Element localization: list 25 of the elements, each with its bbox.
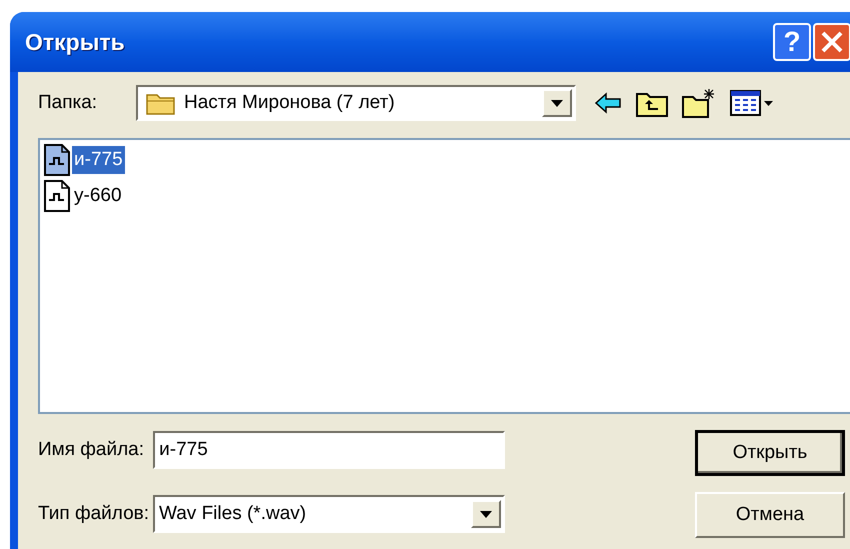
file-name-field[interactable]: и-775 [153, 431, 505, 469]
new-folder-icon[interactable] [682, 88, 716, 118]
folder-value: Настя Миронова (7 лет) [184, 90, 395, 115]
folder-label: Папка: [38, 90, 98, 115]
cancel-button[interactable]: Отмена [695, 492, 845, 538]
file-type-label: Тип файлов: [38, 502, 150, 526]
file-type-dropdown[interactable]: Wav Files (*.wav) [153, 495, 505, 533]
file-item[interactable]: у-660 [72, 182, 124, 210]
view-menu-icon[interactable] [730, 89, 774, 117]
sound-file-icon [44, 180, 70, 212]
file-item[interactable]: и-775 [72, 146, 125, 174]
caret-icon [480, 510, 492, 518]
close-button[interactable] [813, 23, 850, 61]
back-arrow-icon[interactable] [594, 92, 622, 114]
folder-dropdown[interactable]: Настя Миронова (7 лет) [136, 85, 576, 121]
window-title: Открыть [25, 28, 125, 57]
file-name-label: Имя файла: [38, 438, 146, 462]
dropdown-button[interactable] [471, 500, 501, 528]
help-button[interactable]: ? [773, 23, 811, 61]
caret-icon [551, 100, 563, 106]
sound-file-icon [44, 144, 70, 176]
dropdown-button[interactable] [542, 89, 572, 117]
file-type-value: Wav Files (*.wav) [159, 502, 306, 526]
open-button[interactable]: Открыть [695, 430, 845, 476]
close-icon [820, 30, 844, 54]
